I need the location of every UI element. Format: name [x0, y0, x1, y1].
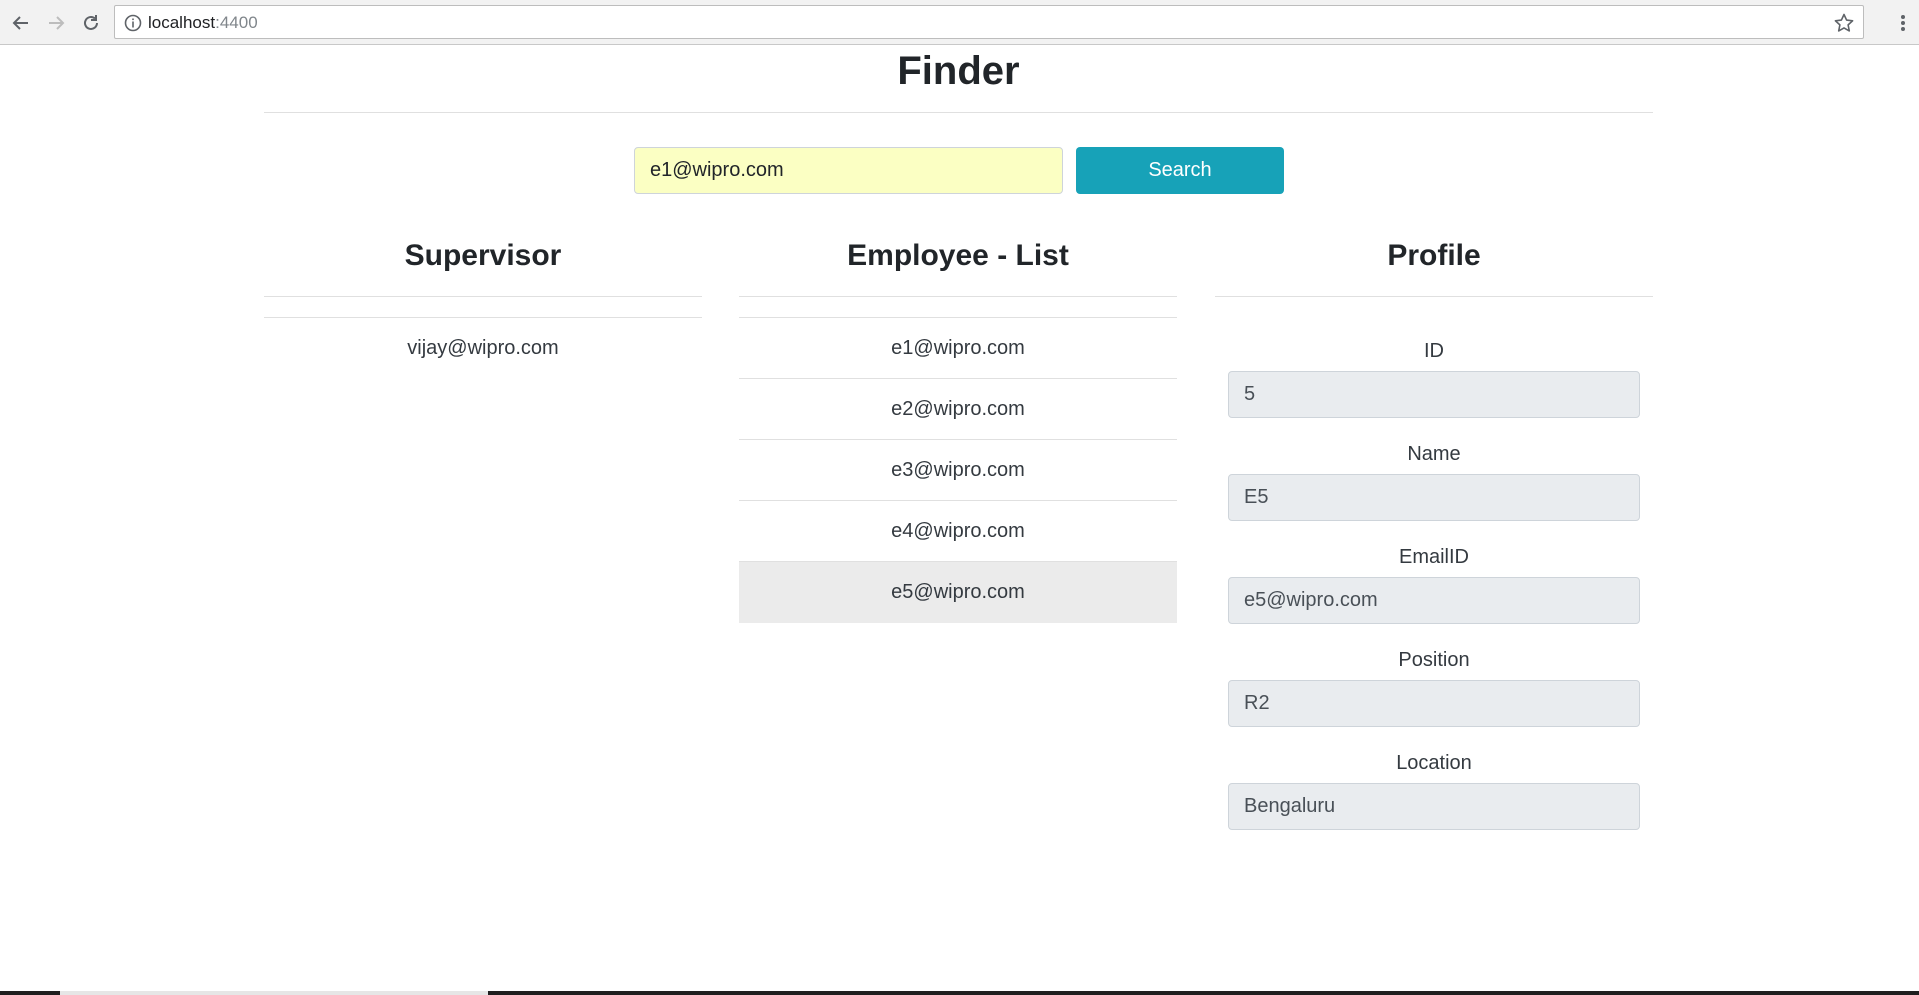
info-icon[interactable]	[123, 13, 143, 33]
profile-field-name: Name E5	[1215, 440, 1653, 521]
address-bar[interactable]: localhost:4400	[114, 5, 1864, 39]
employee-list-column: Employee - List e1@wipro.com e2@wipro.co…	[739, 236, 1177, 623]
employee-list-divider	[739, 296, 1177, 297]
id-field[interactable]: 5	[1228, 371, 1640, 418]
supervisor-heading: Supervisor	[404, 239, 562, 272]
browser-menu-button[interactable]	[1891, 8, 1915, 38]
address-url: localhost:4400	[148, 13, 258, 33]
scrollbar-thumb[interactable]	[60, 991, 488, 995]
forward-icon	[49, 16, 65, 30]
profile-field-position: Position R2	[1215, 646, 1653, 727]
supervisor-divider	[264, 296, 702, 297]
search-input[interactable]	[634, 147, 1063, 194]
title-divider	[264, 112, 1653, 113]
supervisor-list: vijay@wipro.com	[264, 317, 702, 379]
profile-heading: Profile	[1387, 239, 1481, 272]
horizontal-scrollbar[interactable]	[0, 991, 1919, 995]
id-label: ID	[1424, 340, 1444, 362]
supervisor-item[interactable]: vijay@wipro.com	[264, 318, 702, 379]
employee-list: e1@wipro.com e2@wipro.com e3@wipro.com e…	[739, 317, 1177, 623]
name-field[interactable]: E5	[1228, 474, 1640, 521]
location-field[interactable]: Bengaluru	[1228, 783, 1640, 830]
star-icon[interactable]	[1833, 12, 1855, 34]
back-button[interactable]	[6, 8, 36, 38]
profile-form: ID 5 Name E5 EmailID e5@wipro.com Positi…	[1215, 297, 1653, 830]
employee-list-item[interactable]: e4@wipro.com	[739, 501, 1177, 562]
kebab-menu-icon	[1901, 15, 1905, 31]
url-port: :4400	[215, 13, 258, 32]
profile-field-email: EmailID e5@wipro.com	[1215, 543, 1653, 624]
name-label: Name	[1407, 443, 1461, 465]
page-content: Finder Search Supervisor vijay@wipro.com…	[0, 46, 1919, 991]
profile-field-location: Location Bengaluru	[1215, 749, 1653, 830]
profile-field-id: ID 5	[1215, 337, 1653, 418]
supervisor-column: Supervisor vijay@wipro.com	[264, 236, 702, 379]
employee-list-item[interactable]: e2@wipro.com	[739, 379, 1177, 440]
email-field[interactable]: e5@wipro.com	[1228, 577, 1640, 624]
page-title: Finder	[897, 49, 1020, 93]
position-field[interactable]: R2	[1228, 680, 1640, 727]
location-label: Location	[1396, 752, 1472, 774]
employee-list-heading: Employee - List	[847, 239, 1069, 272]
reload-button[interactable]	[76, 8, 106, 38]
position-label: Position	[1398, 649, 1470, 671]
employee-list-item[interactable]: e1@wipro.com	[739, 318, 1177, 379]
employee-list-item-selected[interactable]: e5@wipro.com	[739, 562, 1177, 623]
back-icon	[12, 16, 28, 30]
employee-list-item[interactable]: e3@wipro.com	[739, 440, 1177, 501]
profile-column: Profile ID 5 Name E5 EmailID e5@wipro.co…	[1215, 236, 1653, 830]
browser-toolbar: localhost:4400	[0, 0, 1919, 45]
reload-icon	[84, 15, 98, 30]
search-button[interactable]: Search	[1076, 147, 1284, 194]
email-label: EmailID	[1398, 546, 1469, 568]
url-host: localhost	[148, 13, 216, 32]
forward-button[interactable]	[41, 8, 71, 38]
